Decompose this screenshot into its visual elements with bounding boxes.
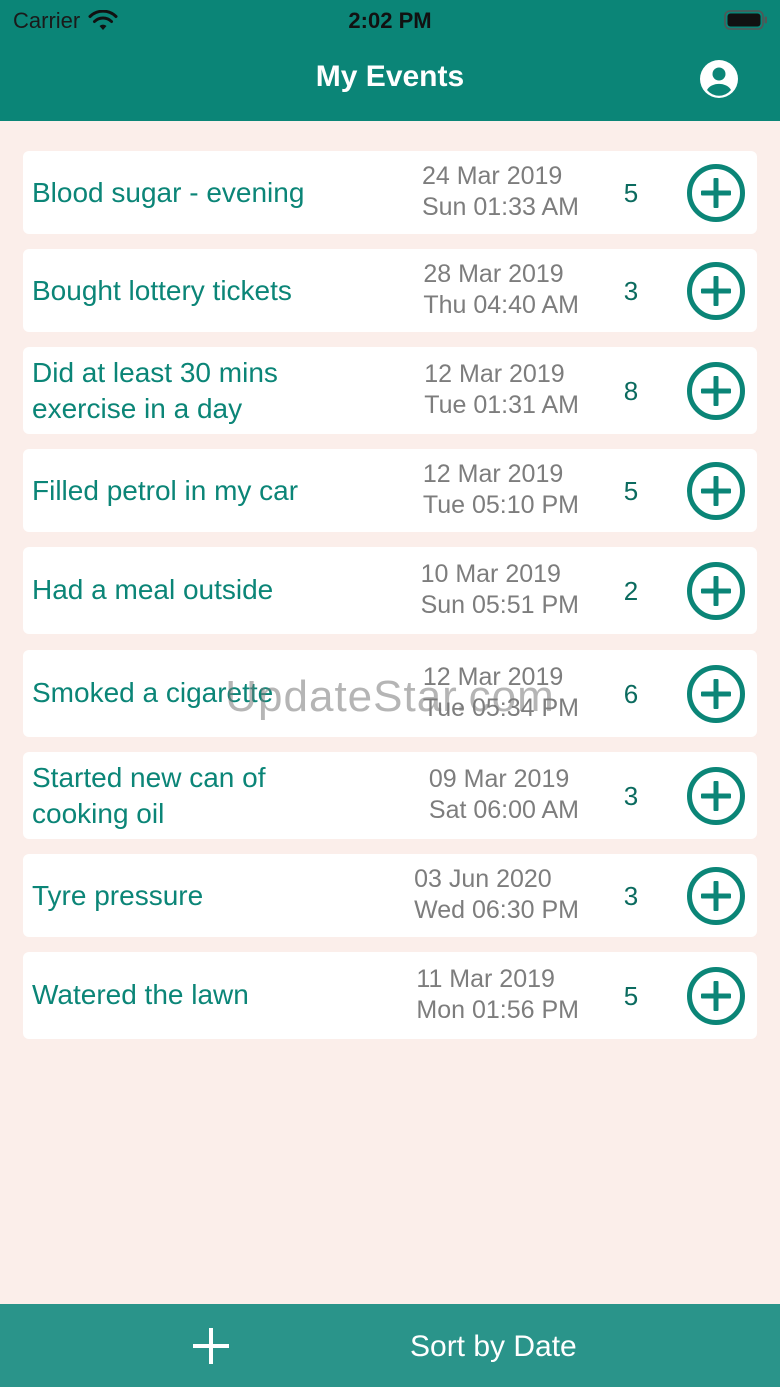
status-bar: Carrier 2:02 PM: [0, 0, 780, 40]
event-row[interactable]: Bought lottery tickets 28 Mar 2019 Thu 04:…: [23, 249, 757, 332]
event-timestamp: 12 Mar 2019 Tue 05:10 PM: [423, 459, 579, 521]
event-row[interactable]: Started new can of cooking oil 09 Mar 201…: [23, 752, 757, 839]
event-day-time: Tue 05:10 PM: [422, 491, 579, 519]
event-title: Smoked a cigarette: [32, 677, 274, 708]
event-timestamp: 24 Mar 2019 Sun 01:33 AM: [422, 161, 579, 223]
event-row[interactable]: Filled petrol in my car 12 Mar 2019 Tue 05…: [23, 449, 757, 532]
event-timestamp: 09 Mar 2019 Sat 06:00 AM: [429, 764, 579, 826]
event-row[interactable]: Tyre pressure 03 Jun 2020 Wed 06:30 PM 3: [23, 854, 757, 937]
event-timestamp: 11 Mar 2019 Mon 01:56 PM: [416, 964, 579, 1026]
add-occurrence-icon[interactable]: [686, 261, 746, 321]
event-date: 12 Mar 2019: [422, 460, 564, 488]
event-timestamp: 12 Mar 2019 Tue 01:31 AM: [424, 359, 579, 421]
plus-icon[interactable]: [190, 1325, 232, 1367]
event-title: Blood sugar - evening: [32, 177, 305, 208]
add-occurrence-icon[interactable]: [686, 163, 746, 223]
event-day-time: Wed 06:30 PM: [414, 896, 579, 924]
event-timestamp: 03 Jun 2020 Wed 06:30 PM: [414, 864, 579, 926]
event-timestamp: 12 Mar 2019 Tue 05:34 PM: [423, 662, 579, 724]
add-occurrence-icon[interactable]: [686, 664, 746, 724]
add-occurrence-icon[interactable]: [686, 866, 746, 926]
event-timestamp: 10 Mar 2019 Sun 05:51 PM: [421, 559, 579, 621]
event-count: 5: [623, 177, 639, 208]
event-count: 8: [623, 375, 639, 406]
event-day-time: Sun 05:51 PM: [420, 591, 579, 619]
event-title: Watered the lawn: [32, 979, 249, 1010]
event-count: 6: [623, 678, 639, 709]
event-date: 09 Mar 2019: [428, 765, 570, 793]
event-count: 3: [623, 780, 639, 811]
event-count: 5: [623, 475, 639, 506]
event-count: 5: [623, 980, 639, 1011]
event-day-time: Sun 01:33 AM: [421, 193, 579, 221]
nav-bar: Carrier 2:02 PM My Events: [0, 0, 780, 121]
event-timestamp: 28 Mar 2019 Thu 04:40 AM: [423, 259, 579, 321]
add-occurrence-icon[interactable]: [686, 766, 746, 826]
event-day-time: Tue 05:34 PM: [422, 694, 579, 722]
event-day-time: Sat 06:00 AM: [428, 796, 579, 824]
event-title: Tyre pressure: [32, 880, 204, 911]
event-row[interactable]: Had a meal outside 10 Mar 2019 Sun 05:51 P…: [23, 547, 757, 634]
event-date: 24 Mar 2019: [421, 162, 563, 190]
event-title: Started new can of cooking oil: [32, 762, 266, 829]
event-title: Bought lottery tickets: [32, 275, 292, 306]
bottom-toolbar: Sort by Date: [0, 1304, 780, 1387]
event-row[interactable]: Blood sugar - evening 24 Mar 2019 Sun 01:3…: [23, 151, 757, 234]
page-title: My Events: [315, 60, 465, 93]
event-row[interactable]: Smoked a cigarette 12 Mar 2019 Tue 05:34 P…: [23, 650, 757, 737]
event-date: 12 Mar 2019: [422, 663, 564, 691]
add-occurrence-icon[interactable]: [686, 561, 746, 621]
event-date: 11 Mar 2019: [416, 965, 555, 993]
event-row[interactable]: Watered the lawn 11 Mar 2019 Mon 01:56 PM 5: [23, 952, 757, 1039]
event-date: 10 Mar 2019: [420, 560, 561, 588]
sort-by-date-button[interactable]: Sort by Date: [410, 1330, 577, 1364]
event-day-time: Tue 01:31 AM: [424, 391, 579, 419]
event-count: 3: [623, 275, 639, 306]
event-date: 28 Mar 2019: [423, 260, 564, 288]
event-day-time: Thu 04:40 AM: [423, 291, 579, 319]
event-date: 12 Mar 2019: [424, 360, 565, 388]
event-count: 2: [623, 575, 639, 606]
event-title: Filled petrol in my car: [32, 475, 299, 506]
event-title: Did at least 30 mins exercise in a day: [32, 357, 278, 424]
add-occurrence-icon[interactable]: [686, 966, 746, 1026]
event-title: Had a meal outside: [32, 574, 274, 605]
event-date: 03 Jun 2020: [414, 865, 552, 893]
person-circle-icon[interactable]: [699, 59, 739, 99]
status-time: 2:02 PM: [348, 8, 432, 33]
battery-icon: [724, 10, 767, 30]
event-day-time: Mon 01:56 PM: [416, 996, 579, 1024]
event-row[interactable]: Did at least 30 mins exercise in a day 12…: [23, 347, 757, 434]
add-occurrence-icon[interactable]: [686, 361, 746, 421]
event-count: 3: [623, 880, 639, 911]
add-occurrence-icon[interactable]: [686, 461, 746, 521]
